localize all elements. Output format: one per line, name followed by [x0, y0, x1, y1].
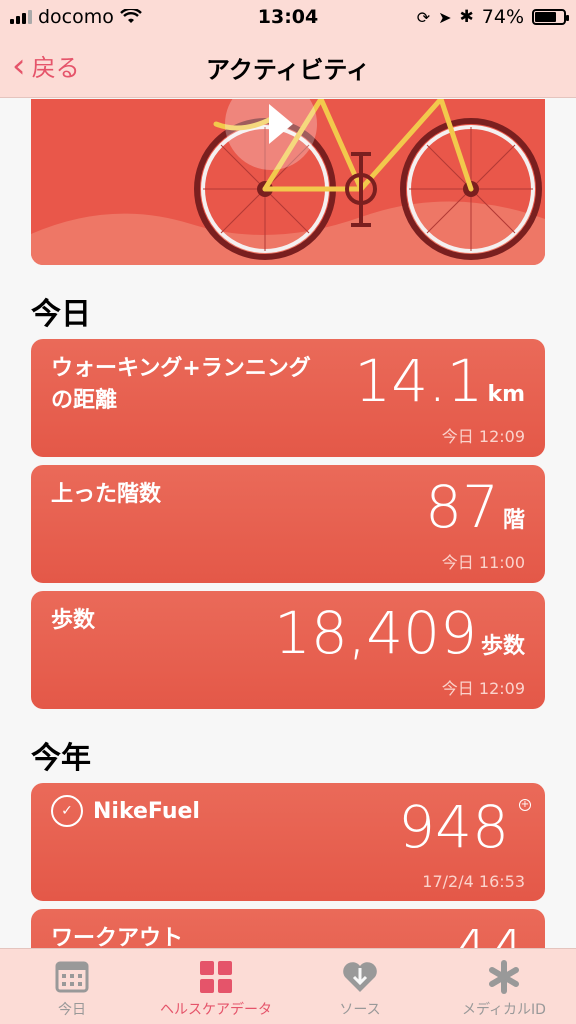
- nike-swoosh-icon: ✓: [51, 795, 83, 827]
- steps-card[interactable]: 歩数 18,409 歩数 今日 12:09: [31, 591, 545, 709]
- floors-climbed-card[interactable]: 上った階数 87 階 今日 11:00: [31, 465, 545, 583]
- value-unit: 階: [502, 508, 525, 533]
- tab-label: ソース: [339, 1002, 381, 1018]
- card-timestamp: 17/2/4 16:53: [422, 872, 525, 891]
- card-value: 18,409 歩数: [274, 599, 525, 667]
- card-timestamp: 今日 11:00: [441, 553, 525, 572]
- battery-icon: [532, 9, 569, 25]
- section-title-this-year: 今年: [31, 741, 91, 776]
- card-timestamp: 今日 12:09: [441, 427, 525, 446]
- nikefuel-card[interactable]: ✓ NikeFuel + 948 17/2/4 16:53: [31, 783, 545, 901]
- status-indicators: ⟳ ➤ ✱ 74%: [416, 6, 569, 28]
- tab-bar: 今日 ヘルスケアデータ ソース メディカルID: [0, 948, 576, 1024]
- location-icon: ➤: [438, 7, 452, 27]
- card-label: ワークアウト: [51, 926, 184, 948]
- tab-label: メディカルID: [462, 1002, 546, 1018]
- card-label: 上った階数: [51, 482, 162, 507]
- card-label: 歩数: [51, 608, 96, 633]
- plus-circle-icon: +: [519, 799, 531, 811]
- tab-today[interactable]: 今日: [0, 949, 144, 1024]
- tab-medical-id[interactable]: メディカルID: [432, 949, 576, 1024]
- rotation-lock-icon: ⟳: [416, 7, 431, 27]
- value-unit: km: [487, 382, 525, 407]
- scroll-content[interactable]: 今日 ウォーキング+ランニング の距離 14.1 km 今日 12:09 上った階…: [0, 99, 576, 948]
- card-value: 14.1 km: [354, 347, 525, 415]
- card-label: ✓ NikeFuel: [51, 795, 200, 827]
- bluetooth-icon: ✱: [459, 7, 474, 27]
- card-label-text: NikeFuel: [93, 798, 200, 824]
- section-title-today: 今日: [31, 297, 91, 332]
- value-number: 87: [425, 473, 499, 541]
- status-bar: docomo 13:04 ⟳ ➤ ✱ 74%: [0, 0, 576, 34]
- tab-label: 今日: [58, 1002, 86, 1018]
- card-value: 44: [451, 917, 525, 948]
- workout-card[interactable]: ワークアウト 44: [31, 909, 545, 948]
- value-number: 14.1: [354, 347, 484, 415]
- card-label-line1: ウォーキング+ランニング: [51, 356, 311, 381]
- value-unit: 歩数: [480, 634, 525, 659]
- activity-hero-banner[interactable]: [31, 99, 545, 265]
- value-number: 18,409: [274, 599, 477, 667]
- navigation-bar: ‹ 戻る アクティビティ: [0, 34, 576, 98]
- card-label-line2: の距離: [51, 388, 118, 413]
- tab-label: ヘルスケアデータ: [160, 1002, 272, 1018]
- card-value: 87 階: [425, 473, 525, 541]
- tab-sources[interactable]: ソース: [288, 949, 432, 1024]
- asterisk-icon: [486, 959, 522, 995]
- card-label: ウォーキング+ランニング の距離: [51, 353, 311, 417]
- page-title: アクティビティ: [206, 56, 370, 84]
- heart-download-icon: [342, 959, 378, 995]
- battery-percent: 74%: [481, 6, 524, 28]
- tab-health-data[interactable]: ヘルスケアデータ: [144, 949, 288, 1024]
- grid-icon: [198, 959, 234, 995]
- walking-running-distance-card[interactable]: ウォーキング+ランニング の距離 14.1 km 今日 12:09: [31, 339, 545, 457]
- card-timestamp: 今日 12:09: [441, 679, 525, 698]
- value-number: 948: [398, 793, 509, 861]
- card-value: 948: [398, 793, 509, 861]
- bicycle-illustration: [31, 99, 545, 265]
- value-number: 44: [451, 917, 525, 948]
- calendar-icon: [54, 959, 90, 995]
